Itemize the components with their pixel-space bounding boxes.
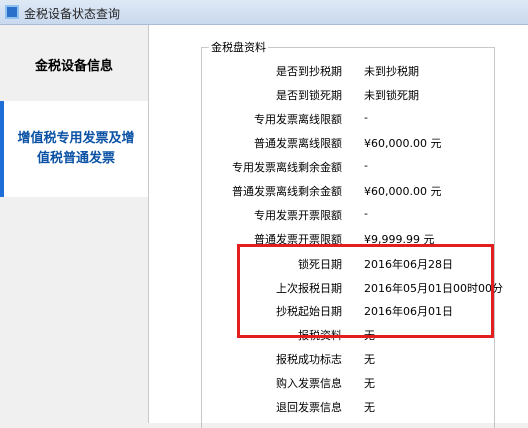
info-row: 是否到抄税期 未到抄税期 xyxy=(202,60,494,80)
info-row: 普通发票离线限额 ¥60,000.00 元 xyxy=(202,132,494,152)
info-label: 普通发票离线限额 xyxy=(254,137,342,150)
sidebar-item-label: 增值税专用发票及增值税普通发票 xyxy=(17,131,135,166)
info-value: ¥60,000.00 元 xyxy=(364,185,442,198)
highlight-box xyxy=(237,244,494,338)
info-value: - xyxy=(364,207,368,220)
title-bar: 金税设备状态查询 xyxy=(0,0,528,25)
info-label: 是否到抄税期 xyxy=(276,65,342,78)
info-value: 无 xyxy=(364,353,375,366)
info-value: - xyxy=(364,111,368,124)
tax-disk-info-group: 金税盘资料 是否到抄税期 未到抄税期 是否到锁死期 未到锁死期 专用发票离线限额… xyxy=(201,40,503,428)
info-label: 专用发票离线剩余金额 xyxy=(232,161,342,174)
group-title: 金税盘资料 xyxy=(209,40,268,55)
info-label: 专用发票开票限额 xyxy=(254,209,342,222)
sidebar-item-vat-invoices[interactable]: 增值税专用发票及增值税普通发票 xyxy=(0,101,148,197)
info-value: 无 xyxy=(364,377,375,390)
info-row: 专用发票离线限额 - xyxy=(202,108,494,128)
info-label: 报税成功标志 xyxy=(276,353,342,366)
info-row: 专用发票离线剩余金额 - xyxy=(202,156,494,176)
content-panel: 金税盘资料 是否到抄税期 未到抄税期 是否到锁死期 未到锁死期 专用发票离线限额… xyxy=(148,25,528,428)
sidebar-item-label: 金税设备信息 xyxy=(34,58,113,74)
info-value: ¥60,000.00 元 xyxy=(364,137,442,150)
info-value: 未到锁死期 xyxy=(364,89,419,102)
info-row: 专用发票开票限额 - xyxy=(202,204,494,224)
info-value: 未到抄税期 xyxy=(364,65,419,78)
sidebar: 金税设备信息 增值税专用发票及增值税普通发票 xyxy=(0,25,148,423)
app-icon xyxy=(5,5,19,19)
info-row: 是否到锁死期 未到锁死期 xyxy=(202,84,494,104)
info-label: 退回发票信息 xyxy=(276,401,342,414)
window-title: 金税设备状态查询 xyxy=(24,7,121,21)
info-row: 购入发票信息 无 xyxy=(202,372,494,392)
info-label: 普通发票离线剩余金额 xyxy=(232,185,342,198)
sidebar-item-device-info[interactable]: 金税设备信息 xyxy=(0,33,148,95)
info-value: 无 xyxy=(364,401,375,414)
info-label: 专用发票离线限额 xyxy=(254,113,342,126)
info-value: - xyxy=(364,159,368,172)
info-row: 普通发票离线剩余金额 ¥60,000.00 元 xyxy=(202,180,494,200)
info-label: 是否到锁死期 xyxy=(276,89,342,102)
info-row: 退回发票信息 无 xyxy=(202,396,494,416)
info-row: 报税成功标志 无 xyxy=(202,348,494,368)
info-label: 购入发票信息 xyxy=(276,377,342,390)
